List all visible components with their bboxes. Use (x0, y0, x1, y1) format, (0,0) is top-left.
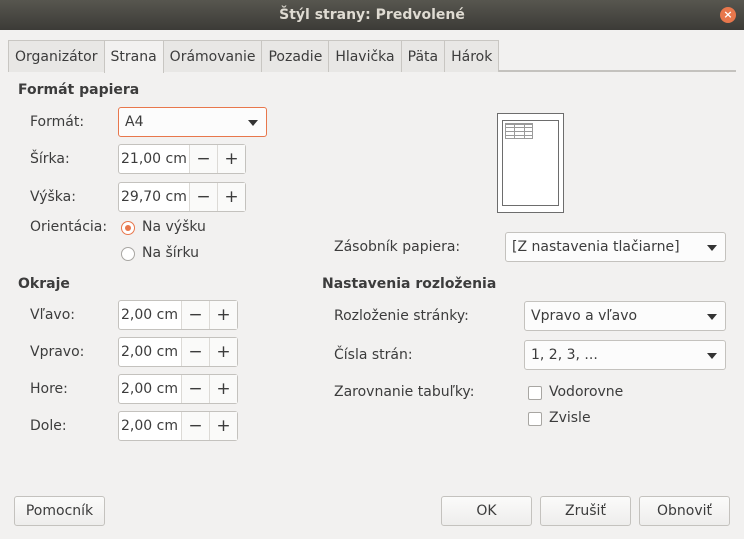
horizontal-checkbox[interactable] (528, 386, 542, 400)
page-numbers-label: Čísla strán: (334, 347, 413, 363)
page-layout-label: Rozloženie stránky: (334, 308, 469, 324)
chevron-down-icon (707, 314, 717, 320)
page-numbers-value: 1, 2, 3, ... (531, 347, 598, 363)
ok-button[interactable]: OK (441, 496, 532, 526)
chevron-down-icon (707, 245, 717, 251)
chevron-down-icon (248, 120, 258, 126)
margin-bottom-spinner[interactable]: 2,00 cm − + (118, 411, 238, 441)
width-spinner[interactable]: 21,00 cm − + (118, 144, 246, 174)
reset-button[interactable]: Obnoviť (639, 496, 730, 526)
height-decrease-button[interactable]: − (189, 183, 217, 211)
margin-top-spinner[interactable]: 2,00 cm − + (118, 374, 238, 404)
window-title: Štýl strany: Predvolené (279, 7, 465, 23)
tab-header[interactable]: Hlavička (328, 40, 402, 72)
margin-top-label: Hore: (30, 381, 68, 397)
width-value[interactable]: 21,00 cm (119, 145, 189, 173)
landscape-radio[interactable] (121, 247, 135, 261)
tab-page[interactable]: Strana (103, 40, 164, 73)
orientation-label: Orientácia: (30, 219, 108, 235)
margin-left-label: Vľavo: (30, 307, 75, 323)
chevron-down-icon (707, 353, 717, 359)
format-label: Formát: (30, 114, 85, 130)
format-value: A4 (125, 114, 144, 130)
horizontal-label[interactable]: Vodorovne (549, 384, 623, 400)
margin-top-increase-button[interactable]: + (209, 375, 237, 403)
close-icon[interactable]: × (720, 7, 736, 23)
height-increase-button[interactable]: + (217, 183, 245, 211)
page-preview-content (502, 120, 559, 206)
height-spinner[interactable]: 29,70 cm − + (118, 182, 246, 212)
margin-bottom-value[interactable]: 2,00 cm (119, 412, 181, 440)
vertical-checkbox[interactable] (528, 412, 542, 426)
page-layout-value: Vpravo a vľavo (531, 308, 638, 324)
vertical-label[interactable]: Zvisle (549, 410, 591, 426)
tab-bar: Organizátor Strana Orámovanie Pozadie Hl… (8, 40, 736, 73)
paper-tray-select[interactable]: [Z nastavenia tlačiarne] (505, 232, 726, 262)
tab-bar-filler (498, 40, 736, 71)
margin-right-decrease-button[interactable]: − (181, 338, 209, 366)
paper-tray-value: [Z nastavenia tlačiarne] (512, 239, 680, 255)
margin-right-spinner[interactable]: 2,00 cm − + (118, 337, 238, 367)
margin-left-spinner[interactable]: 2,00 cm − + (118, 300, 238, 330)
tab-organizer[interactable]: Organizátor (8, 40, 105, 72)
portrait-radio[interactable] (121, 221, 135, 235)
margin-top-decrease-button[interactable]: − (181, 375, 209, 403)
margin-right-increase-button[interactable]: + (209, 338, 237, 366)
table-alignment-label: Zarovnanie tabuľky: (334, 384, 475, 400)
page-numbers-select[interactable]: 1, 2, 3, ... (524, 340, 726, 370)
layout-settings-title: Nastavenia rozloženia (322, 276, 497, 292)
margin-left-decrease-button[interactable]: − (181, 301, 209, 329)
paper-tray-label: Zásobník papiera: (334, 239, 461, 255)
paper-format-title: Formát papiera (18, 82, 140, 98)
width-decrease-button[interactable]: − (189, 145, 217, 173)
table-preview-icon (505, 123, 533, 139)
tab-borders[interactable]: Orámovanie (162, 40, 263, 72)
tab-footer[interactable]: Päta (400, 40, 446, 72)
cancel-button[interactable]: Zrušiť (540, 496, 631, 526)
page-layout-select[interactable]: Vpravo a vľavo (524, 301, 726, 331)
help-button[interactable]: Pomocník (14, 496, 105, 526)
height-label: Výška: (30, 189, 76, 205)
format-select[interactable]: A4 (118, 107, 267, 137)
margin-left-increase-button[interactable]: + (209, 301, 237, 329)
width-increase-button[interactable]: + (217, 145, 245, 173)
margins-title: Okraje (18, 276, 70, 292)
margin-right-value[interactable]: 2,00 cm (119, 338, 181, 366)
page-preview (497, 113, 564, 213)
margin-right-label: Vpravo: (30, 344, 85, 360)
margin-bottom-label: Dole: (30, 418, 67, 434)
landscape-label[interactable]: Na šírku (142, 245, 199, 261)
title-bar: Štýl strany: Predvolené × (0, 0, 744, 30)
margin-top-value[interactable]: 2,00 cm (119, 375, 181, 403)
tab-background[interactable]: Pozadie (261, 40, 330, 72)
height-value[interactable]: 29,70 cm (119, 183, 189, 211)
width-label: Šírka: (30, 151, 70, 167)
margin-bottom-increase-button[interactable]: + (209, 412, 237, 440)
portrait-label[interactable]: Na výšku (142, 219, 206, 235)
margin-bottom-decrease-button[interactable]: − (181, 412, 209, 440)
margin-left-value[interactable]: 2,00 cm (119, 301, 181, 329)
tab-sheet[interactable]: Hárok (444, 40, 500, 72)
